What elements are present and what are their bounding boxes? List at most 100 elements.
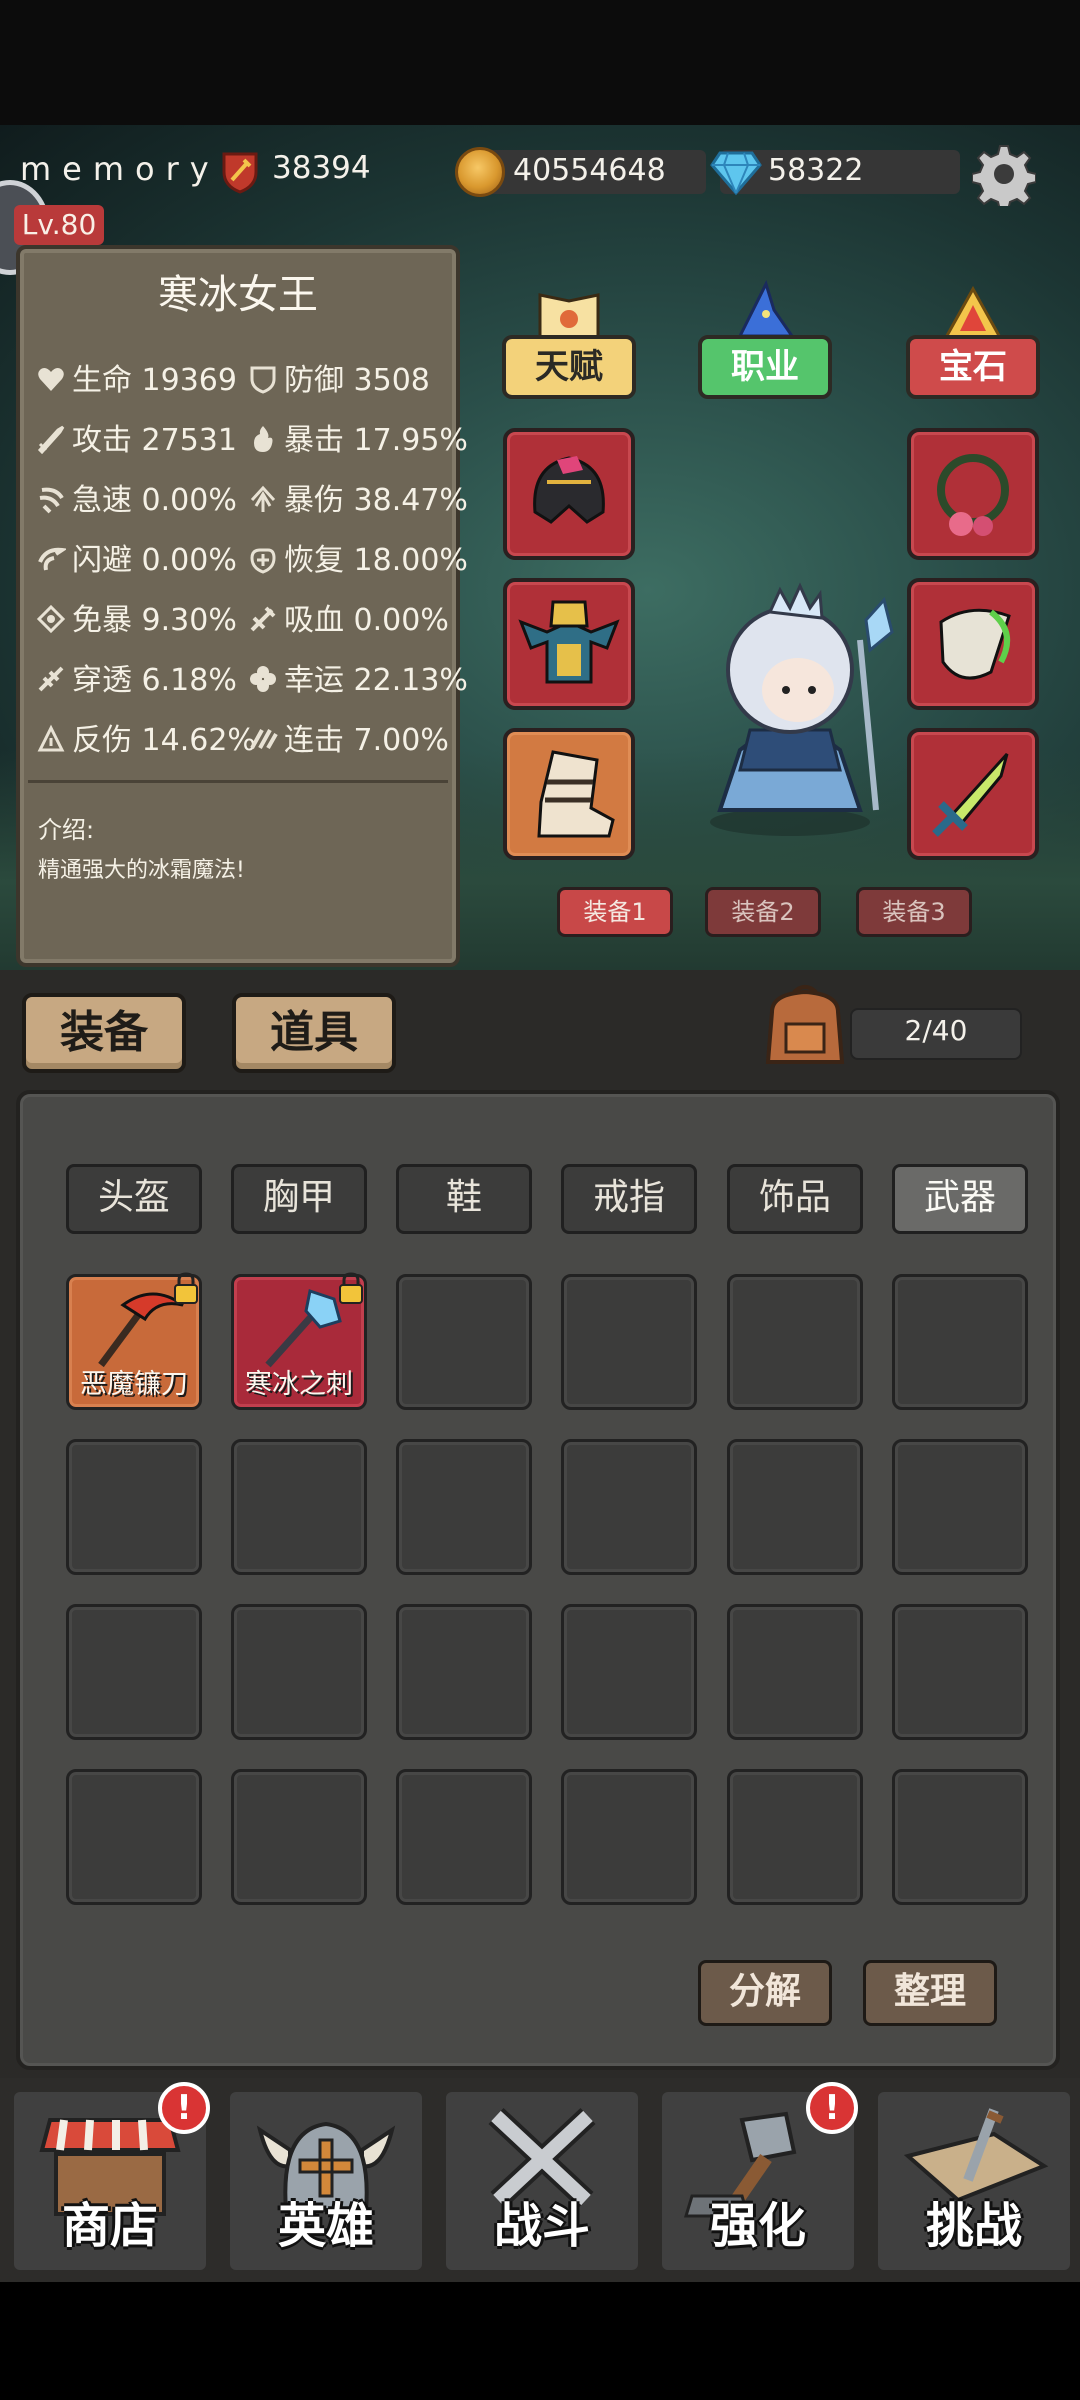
loadout-tab-1[interactable]: 装备1 (557, 887, 673, 937)
status-strip (0, 0, 1080, 125)
backpack-icon (765, 985, 845, 1064)
stat-luck: 幸运 22.13% (248, 655, 468, 699)
sort-button[interactable]: 整理 (863, 1960, 997, 2026)
heal-icon (250, 548, 276, 574)
stat-hp: 生命 19369 (36, 355, 237, 399)
crit-resist-icon (36, 604, 66, 634)
combo-icon (250, 729, 278, 749)
nav-label: 商店 (61, 2198, 158, 2254)
filter-accessory[interactable]: 饰品 (727, 1164, 863, 1234)
upgrade-alert-badge: ! (806, 2082, 858, 2134)
helmet-icon (533, 456, 605, 524)
level-badge: Lv.80 (14, 205, 104, 245)
gem-value: 58322 (768, 153, 864, 188)
inventory-panel (16, 1090, 1060, 2070)
empty-slot[interactable] (727, 1439, 863, 1575)
empty-slot[interactable] (231, 1439, 367, 1575)
empty-slot[interactable] (396, 1769, 532, 1905)
empty-slot[interactable] (727, 1604, 863, 1740)
filter-ring[interactable]: 戒指 (561, 1164, 697, 1234)
nav-challenge[interactable]: 挑战 (878, 2092, 1070, 2270)
stat-attack: 攻击 27531 (36, 415, 237, 459)
stat-combo: 连击 7.00% (248, 715, 449, 759)
intro-label: 介绍: (38, 816, 95, 844)
tooth-charm-icon (939, 608, 1011, 680)
shield-icon (250, 366, 276, 394)
empty-slot[interactable] (561, 1604, 697, 1740)
empty-slot[interactable] (396, 1274, 532, 1410)
empty-slot[interactable] (561, 1274, 697, 1410)
stat-dodge: 闪避 0.00% (36, 535, 237, 579)
empty-slot[interactable] (231, 1769, 367, 1905)
combat-power-icon (222, 152, 258, 194)
ice-queen-sprite (710, 582, 894, 836)
gear-icon[interactable] (972, 142, 1036, 206)
nav-label: 挑战 (925, 2198, 1022, 2254)
empty-slot[interactable] (231, 1604, 367, 1740)
ring-slot[interactable] (907, 428, 1039, 560)
crit-damage-icon (250, 485, 276, 512)
helmet-slot[interactable] (503, 428, 635, 560)
speed-icon (39, 487, 64, 514)
clover-icon (250, 666, 276, 692)
chest-armor-slot[interactable] (503, 578, 635, 710)
talent-button[interactable]: 天赋 (502, 335, 636, 399)
filter-weapon[interactable]: 武器 (892, 1164, 1028, 1234)
chest-armor-icon (518, 600, 620, 684)
stat-recovery: 恢复 18.00% (248, 535, 468, 579)
empty-slot[interactable] (66, 1769, 202, 1905)
stats-divider (28, 780, 448, 783)
empty-slot[interactable] (396, 1439, 532, 1575)
reflect-icon (37, 724, 65, 752)
empty-slot[interactable] (727, 1274, 863, 1410)
flame-icon (254, 426, 273, 452)
empty-slot[interactable] (892, 1439, 1028, 1575)
loadout-tab-3[interactable]: 装备3 (856, 887, 972, 937)
thorn-ring-icon (937, 454, 1009, 536)
filter-boots[interactable]: 鞋 (396, 1164, 532, 1234)
tab-items[interactable]: 道具 (232, 993, 396, 1073)
empty-slot[interactable] (396, 1604, 532, 1740)
hero-name: 寒冰女王 (158, 272, 318, 318)
sword-icon (37, 425, 65, 454)
empty-slot[interactable] (892, 1604, 1028, 1740)
stat-crit-damage: 暴伤 38.47% (248, 475, 468, 519)
tab-equipment[interactable]: 装备 (22, 993, 186, 1073)
empty-slot[interactable] (561, 1439, 697, 1575)
inventory-item[interactable]: 寒冰之刺 (231, 1272, 367, 1410)
gold-coin-icon (455, 147, 505, 197)
player-name: memory (20, 150, 220, 188)
item-name: 寒冰之刺 (245, 1369, 353, 1400)
gold-value: 40554648 (513, 153, 666, 188)
stat-crit: 暴击 17.95% (248, 415, 468, 459)
inventory-item[interactable]: 恶魔镰刀 (66, 1272, 202, 1410)
stat-crit-resist: 免暴 9.30% (36, 595, 237, 639)
boots-slot[interactable] (503, 728, 635, 860)
empty-slot[interactable] (892, 1274, 1028, 1410)
combat-power-value: 38394 (272, 150, 371, 186)
loadout-tab-2[interactable]: 装备2 (705, 887, 821, 937)
stat-haste: 急速 0.00% (36, 475, 237, 519)
lock-icon (174, 1272, 198, 1304)
gem-button[interactable]: 宝石 (906, 335, 1040, 399)
class-button[interactable]: 职业 (698, 335, 832, 399)
nav-battle[interactable]: 战斗 (446, 2092, 638, 2270)
empty-slot[interactable] (66, 1439, 202, 1575)
empty-slot[interactable] (727, 1769, 863, 1905)
heart-icon (38, 368, 64, 391)
empty-slot[interactable] (561, 1769, 697, 1905)
empty-slot[interactable] (892, 1769, 1028, 1905)
empty-slot[interactable] (66, 1604, 202, 1740)
diamond-icon (710, 151, 762, 196)
decompose-button[interactable]: 分解 (698, 1960, 832, 2026)
lifesteal-icon (250, 606, 276, 632)
filter-chest[interactable]: 胸甲 (231, 1164, 367, 1234)
stat-penetration: 穿透 6.18% (36, 655, 237, 699)
stat-reflect: 反伤 14.62% (36, 715, 256, 759)
filter-helmet[interactable]: 头盔 (66, 1164, 202, 1234)
system-bar (0, 2282, 1080, 2400)
nav-hero[interactable]: 英雄 (230, 2092, 422, 2270)
wizard-hat-icon (737, 280, 795, 338)
nav-label: 战斗 (493, 2198, 590, 2254)
pierce-icon (38, 666, 64, 692)
